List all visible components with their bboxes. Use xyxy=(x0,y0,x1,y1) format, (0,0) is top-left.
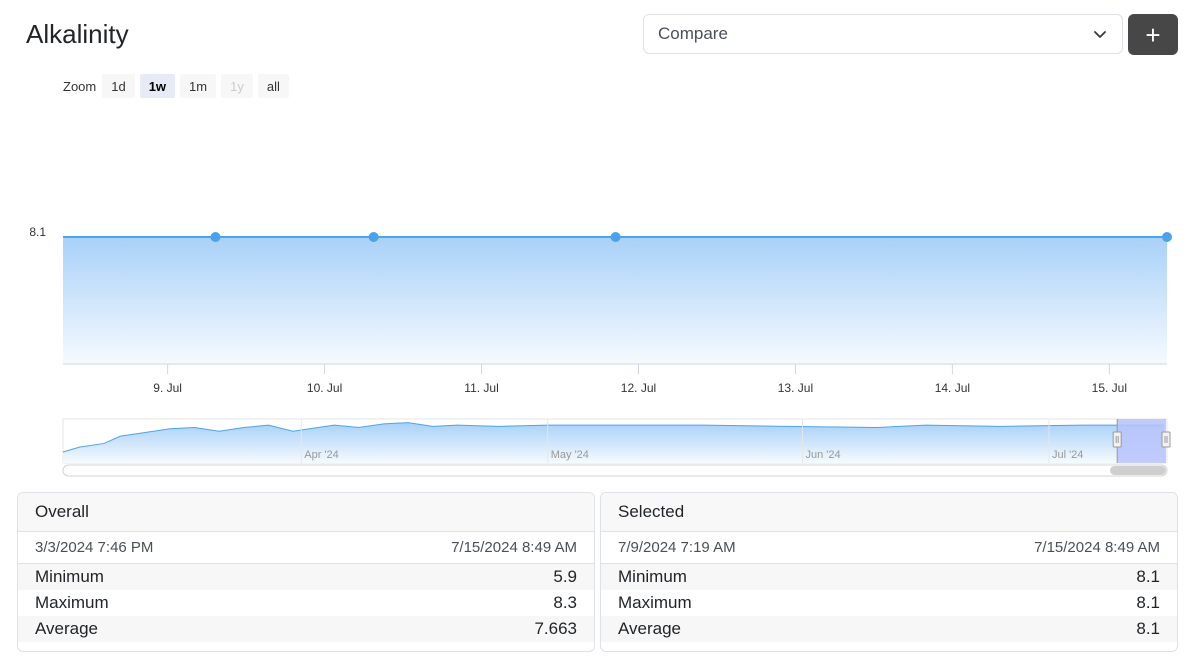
alkalinity-chart: 8.1 9. Jul 10. Jul 11. Jul 12. Jul 13. Jul 14… xyxy=(29,225,1172,477)
stat-value: 8.1 xyxy=(1136,593,1160,612)
navigator-tick-label: Jun '24 xyxy=(805,449,840,461)
navigator-selection[interactable] xyxy=(1112,419,1171,463)
overall-maximum-row: Maximum 8.3 xyxy=(18,590,594,616)
overall-average-row: Average 7.663 xyxy=(18,616,594,642)
selected-range-start: 7/9/2024 7:19 AM xyxy=(618,539,736,556)
selected-panel-title: Selected xyxy=(601,493,1177,532)
overall-range-start: 3/3/2024 7:46 PM xyxy=(35,539,154,556)
navigator-tick-label: Jul '24 xyxy=(1052,449,1083,461)
stat-label: Maximum xyxy=(35,593,109,612)
navigator-plot xyxy=(62,422,1164,463)
stat-label: Minimum xyxy=(618,567,687,586)
data-point[interactable] xyxy=(210,232,221,242)
data-point[interactable] xyxy=(610,232,621,242)
series-area xyxy=(63,237,1167,364)
x-tick-label: 10. Jul xyxy=(307,381,342,395)
stat-value: 8.1 xyxy=(1136,567,1160,586)
overall-range: 3/3/2024 7:46 PM 7/15/2024 8:49 AM xyxy=(18,532,594,564)
overall-minimum-row: Minimum 5.9 xyxy=(18,564,594,590)
scrollbar-track[interactable] xyxy=(62,464,1168,477)
stat-value: 5.9 xyxy=(553,567,577,586)
stat-label: Average xyxy=(618,619,682,638)
stat-value: 8.1 xyxy=(1136,619,1160,638)
selected-range: 7/9/2024 7:19 AM 7/15/2024 8:49 AM xyxy=(601,532,1177,564)
overall-range-end: 7/15/2024 8:49 AM xyxy=(451,539,577,556)
data-point[interactable] xyxy=(1162,232,1172,242)
x-tick-label: 14. Jul xyxy=(935,381,970,395)
stat-value: 7.663 xyxy=(534,619,577,638)
scrollbar-thumb[interactable] xyxy=(1110,466,1166,475)
x-tick-label: 11. Jul xyxy=(464,381,498,395)
x-axis-ticks: 9. Jul 10. Jul 11. Jul 12. Jul 13. Jul 14. Ju… xyxy=(153,364,1127,395)
navigator[interactable]: Apr '24 May '24 Jun '24 Jul '24 xyxy=(62,418,1171,464)
selected-panel: Selected 7/9/2024 7:19 AM 7/15/2024 8:49… xyxy=(600,492,1178,652)
selected-minimum-row: Minimum 8.1 xyxy=(601,564,1177,590)
navigator-handle-right[interactable] xyxy=(1161,431,1171,448)
x-tick-label: 13. Jul xyxy=(778,381,813,395)
x-tick-label: 12. Jul xyxy=(621,381,656,395)
selected-average-row: Average 8.1 xyxy=(601,616,1177,642)
navigator-handle-left[interactable] xyxy=(1112,431,1122,448)
y-tick-label: 8.1 xyxy=(29,225,46,239)
navigator-area xyxy=(63,422,1164,463)
stat-value: 8.3 xyxy=(553,593,577,612)
stat-label: Minimum xyxy=(35,567,104,586)
x-tick-label: 15. Jul xyxy=(1092,381,1127,395)
selected-maximum-row: Maximum 8.1 xyxy=(601,590,1177,616)
x-tick-label: 9. Jul xyxy=(153,381,182,395)
navigator-tick-label: May '24 xyxy=(551,449,589,461)
overall-panel-title: Overall xyxy=(18,493,594,532)
scrollbar[interactable] xyxy=(62,464,1168,477)
data-point[interactable] xyxy=(368,232,379,242)
navigator-mask[interactable] xyxy=(1117,419,1166,463)
main-plot xyxy=(63,232,1172,364)
stat-label: Maximum xyxy=(618,593,692,612)
navigator-tick-label: Apr '24 xyxy=(304,449,339,461)
overall-panel: Overall 3/3/2024 7:46 PM 7/15/2024 8:49 … xyxy=(17,492,595,652)
selected-range-end: 7/15/2024 8:49 AM xyxy=(1034,539,1160,556)
stat-label: Average xyxy=(35,619,99,638)
